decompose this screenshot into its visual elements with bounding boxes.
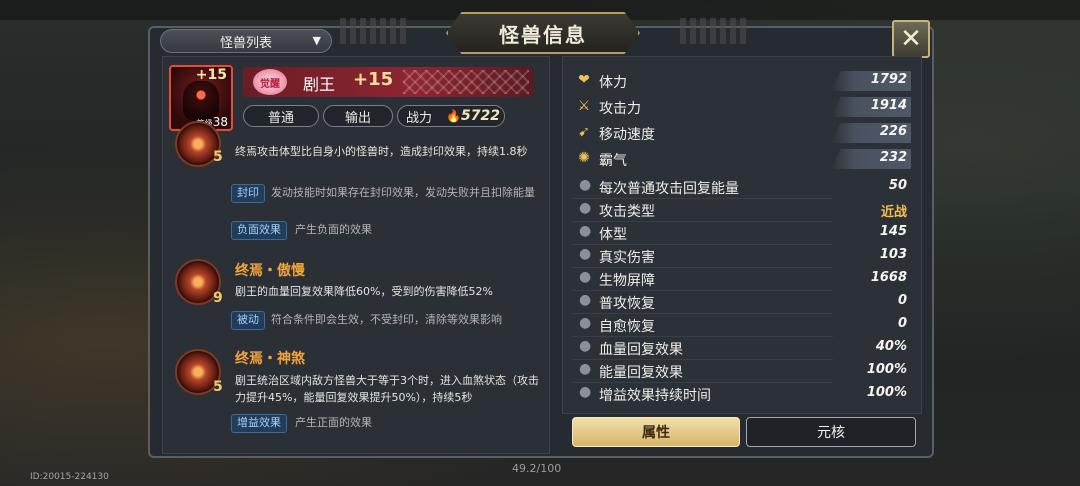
stat-label: 攻击力 xyxy=(599,101,641,117)
bullet-icon: ● xyxy=(579,315,592,331)
stat-label: 增益效果持续时间 xyxy=(599,388,711,404)
stat-value: 100% xyxy=(866,362,907,377)
power-label: 战力 xyxy=(406,110,433,126)
stat-value: 40% xyxy=(875,339,907,354)
bullet-icon: ● xyxy=(579,269,592,285)
stat-label: 生物屏障 xyxy=(599,273,655,289)
stat-row-main: ⚔ 攻击力 1914 xyxy=(573,97,913,117)
monster-name-bar: 觉醒 剧王 +15 xyxy=(243,67,533,97)
monster-list-dropdown[interactable]: 怪兽列表 ▼ xyxy=(160,29,332,53)
stat-row-main: ❤ 体力 1792 xyxy=(573,71,913,91)
keyword-description: 发动技能时如果存在封印效果，发动失败并且扣除能量 xyxy=(271,186,535,199)
stat-value: 1914 xyxy=(870,98,907,113)
stat-label: 每次普通攻击回复能量 xyxy=(599,181,739,197)
stat-row: ● 增益效果持续时间 100% xyxy=(573,384,913,404)
keyword-description: 产生正面的效果 xyxy=(295,416,372,429)
skill-description: 剧王统治区域内敌方怪兽大于等于3个时，进入血煞状态（攻击力提升45%，能量回复效… xyxy=(235,374,539,404)
title-decoration-left xyxy=(340,18,410,44)
stat-value: 1668 xyxy=(870,270,907,285)
power-value: 5722 xyxy=(460,108,500,124)
stat-row: ● 能量回复效果 100% xyxy=(573,361,913,383)
skill-description: 终焉攻击体型比自身小的怪兽时，造成封印效果，持续1.8秒 xyxy=(235,145,528,158)
stat-row-main: ➹ 移动速度 226 xyxy=(573,123,913,143)
bullet-icon: ● xyxy=(579,338,592,354)
stat-row-main: ✺ 霸气 232 xyxy=(573,149,913,169)
page-title: 怪兽信息 xyxy=(499,22,587,47)
stat-label: 能量回复效果 xyxy=(599,365,683,381)
stat-row: ● 生物屏障 1668 xyxy=(573,269,913,291)
title-decoration-right xyxy=(680,18,750,44)
stat-value: 145 xyxy=(879,224,907,239)
skill-level: 5 xyxy=(213,379,223,395)
skill-level: 9 xyxy=(213,290,223,306)
stat-label: 真实伤害 xyxy=(599,250,655,266)
keyword-tag: 增益效果 xyxy=(231,414,287,433)
stat-row: ● 攻击类型 近战 xyxy=(573,200,913,222)
close-icon: ✕ xyxy=(900,24,922,54)
stat-label: 自愈恢复 xyxy=(599,319,655,335)
heart-icon: ❤ xyxy=(578,72,590,88)
stat-value: 100% xyxy=(866,385,907,400)
keyword-tag: 封印 xyxy=(231,184,265,203)
tab-core[interactable]: 元核 xyxy=(746,417,916,447)
monster-enhance: +15 xyxy=(353,69,394,90)
bullet-icon: ● xyxy=(579,384,592,400)
bullet-icon: ● xyxy=(579,361,592,377)
monster-name: 剧王 xyxy=(303,75,336,94)
stat-label: 体力 xyxy=(599,75,627,91)
monster-type-tag: 普通 xyxy=(243,105,319,127)
stat-row: ● 体型 145 xyxy=(573,223,913,245)
stat-row: ● 每次普通攻击回复能量 50 xyxy=(573,177,913,199)
stat-label: 体型 xyxy=(599,227,627,243)
skills-panel: +15 等级38 觉醒 剧王 +15 普通 输出 战力 🔥5722 5 终焉攻击… xyxy=(162,56,550,454)
stat-value: 226 xyxy=(879,124,907,139)
title-plate: 怪兽信息 xyxy=(446,12,640,54)
sword-icon: ⚔ xyxy=(577,98,591,114)
stat-value: 1792 xyxy=(870,72,907,87)
stat-row: ● 自愈恢复 0 xyxy=(573,315,913,337)
dropdown-label: 怪兽列表 xyxy=(219,35,272,51)
stat-value: 0 xyxy=(897,316,907,331)
stat-value: 0 xyxy=(897,293,907,308)
boot-icon: ➹ xyxy=(578,124,590,140)
stat-row: ● 血量回复效果 40% xyxy=(573,338,913,360)
stat-label: 移动速度 xyxy=(599,127,655,143)
attributes-panel: ❤ 体力 1792 ⚔ 攻击力 1914 ➹ 移动速度 226 ✺ 霸气 232… xyxy=(562,56,922,414)
player-id-text: ID:20015-224130 xyxy=(30,472,109,482)
stat-label: 血量回复效果 xyxy=(599,342,683,358)
stat-row: ● 普攻恢复 0 xyxy=(573,292,913,314)
skill-level: 5 xyxy=(213,149,223,165)
skill-name: 终焉・傲慢 xyxy=(235,263,305,279)
fire-icon: 🔥 xyxy=(446,109,461,123)
stat-value: 近战 xyxy=(880,205,907,220)
skill-description: 剧王的血量回复效果降低60%，受到的伤害降低52% xyxy=(235,285,493,298)
background-hp-text: 49.2/100 xyxy=(512,462,562,475)
keyword-description: 符合条件即会生效，不受封印，清除等效果影响 xyxy=(271,313,502,326)
bullet-icon: ● xyxy=(579,223,592,239)
bullet-icon: ● xyxy=(579,177,592,193)
keyword-tag: 被动 xyxy=(231,311,265,330)
monster-role-tag: 输出 xyxy=(323,105,393,127)
awaken-crest-icon: 觉醒 xyxy=(253,69,287,95)
close-button[interactable]: ✕ xyxy=(892,20,930,58)
bullet-icon: ● xyxy=(579,246,592,262)
stat-label: 普攻恢复 xyxy=(599,296,655,312)
portrait-enhance: +15 xyxy=(195,67,227,83)
bullet-icon: ● xyxy=(579,292,592,308)
stat-value: 232 xyxy=(879,150,907,165)
combat-power-tag: 战力 🔥5722 xyxy=(397,105,505,127)
stat-label: 霸气 xyxy=(599,153,627,169)
keyword-tag: 负面效果 xyxy=(231,221,287,240)
stat-value: 50 xyxy=(888,178,907,193)
name-bar-pattern xyxy=(403,70,529,94)
chevron-down-icon: ▼ xyxy=(312,34,321,47)
stat-row: ● 真实伤害 103 xyxy=(573,246,913,268)
keyword-description: 产生负面的效果 xyxy=(295,223,372,236)
stat-label: 攻击类型 xyxy=(599,204,655,220)
claw-icon: ✺ xyxy=(578,150,590,166)
stat-value: 103 xyxy=(879,247,907,262)
tab-attributes[interactable]: 属性 xyxy=(572,417,740,447)
bullet-icon: ● xyxy=(579,200,592,216)
skill-name: 终焉・神煞 xyxy=(235,351,305,367)
